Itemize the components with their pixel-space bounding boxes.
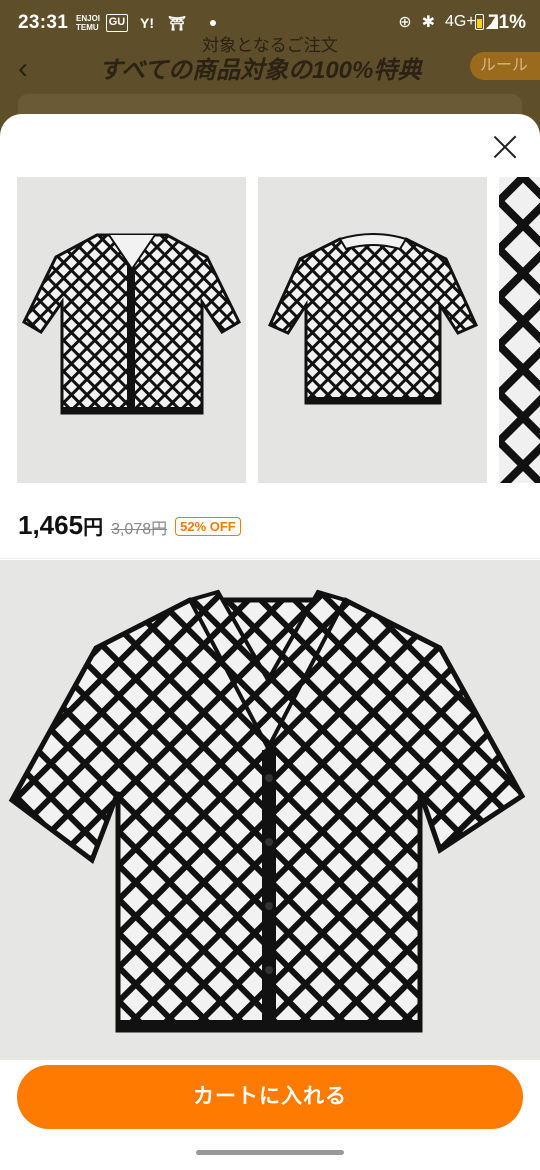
divider: [0, 558, 540, 559]
discount-badge: 52% OFF: [175, 517, 241, 536]
sale-price-unit: 円: [83, 517, 104, 539]
product-sheet: 1,465円 3,078円 52% OFF カートに入れる: [0, 114, 540, 1170]
battery-icon: [474, 14, 484, 30]
thumbnail-carousel[interactable]: [0, 177, 540, 483]
shirt-front-image: [17, 177, 246, 483]
thumbnail-detail[interactable]: [499, 177, 540, 483]
sale-price: 1,465円: [18, 510, 103, 541]
rule-button: ルール: [470, 52, 540, 80]
close-icon[interactable]: [492, 134, 518, 160]
shirt-detail-image: [499, 177, 540, 483]
more-notifications-dot: [210, 20, 216, 26]
cta-bar: カートに入れる: [0, 1060, 540, 1170]
network-type: 4G+: [445, 13, 476, 30]
home-indicator[interactable]: [196, 1150, 344, 1155]
main-product-image[interactable]: [0, 560, 540, 1060]
sale-price-value: 1,465: [18, 510, 84, 540]
bluetooth-icon: ✱: [421, 14, 435, 31]
shirt-large-image: [0, 560, 540, 1060]
original-price: 3,078円: [111, 521, 168, 538]
background-title: すべての商品対象の100%特典: [98, 57, 422, 84]
shirt-back-image: [258, 177, 487, 483]
price-row: 1,465円 3,078円 52% OFF: [18, 510, 241, 541]
alarm-icon: ⊕: [398, 14, 412, 31]
add-to-cart-button[interactable]: カートに入れる: [17, 1065, 523, 1129]
thumbnail-front[interactable]: [17, 177, 246, 483]
thumbnail-back[interactable]: [258, 177, 487, 483]
